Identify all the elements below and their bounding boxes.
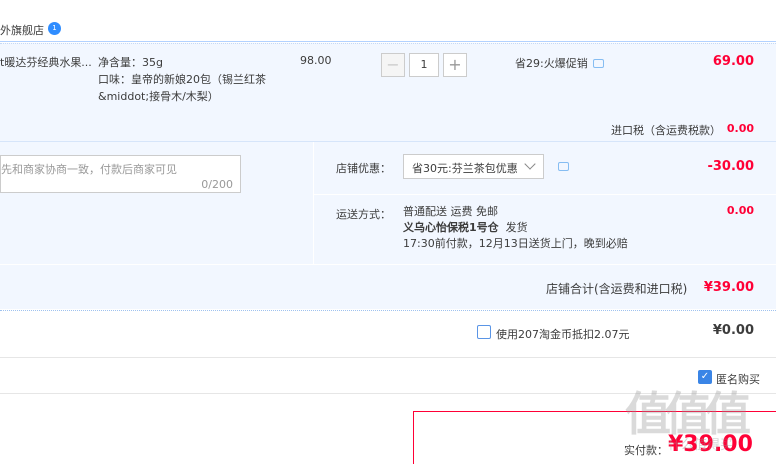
shop-coupon-value: -30.00	[707, 159, 754, 174]
shop-header: 外旗舰店 1	[0, 18, 776, 42]
shop-total-label: 店铺合计(含运费和进口税)	[546, 282, 688, 296]
shipping-warehouse-row: 义乌心怡保税1号仓 发货	[403, 220, 628, 236]
item-unit-price: 98.00	[300, 54, 332, 67]
payment-label: 实付款：	[624, 444, 668, 457]
shop-coupon-label: 店铺优惠：	[336, 162, 391, 175]
shop-coupon-select[interactable]: 省30元:芬兰茶包优惠	[403, 154, 544, 179]
shop-coupon-selected: 省30元:芬兰茶包优惠	[412, 162, 518, 175]
shipping-warehouse: 义乌心怡保税1号仓	[403, 221, 499, 234]
message-icon[interactable]	[558, 162, 569, 171]
taobao-coin-checkbox[interactable]	[477, 325, 491, 339]
buyer-message-input[interactable]: 先和商家协商一致，付款后商家可见 0/200	[0, 155, 241, 193]
quantity-decrease-button[interactable]: −	[381, 53, 405, 77]
taobao-coin-row: 使用207淘金币抵扣2.07元 ¥0.00	[0, 310, 776, 358]
item-spec: 净含量：35g 口味：皇帝的新娘20包（锡兰红茶&middot;接骨木/木梨）	[98, 54, 268, 105]
item-total-price: 69.00	[712, 54, 754, 69]
order-details: 先和商家协商一致，付款后商家可见 0/200 店铺优惠： 省30元:芬兰茶包优惠…	[0, 141, 776, 311]
taobao-coin-value: ¥0.00	[712, 323, 754, 338]
item-spec-weight: 净含量：35g	[98, 56, 163, 69]
import-tax-label: 进口税（含运费税款）	[611, 124, 721, 137]
shop-total-value: ¥39.00	[703, 280, 754, 295]
message-icon[interactable]	[593, 59, 604, 68]
buyer-message-placeholder: 先和商家协商一致，付款后商家可见	[1, 163, 177, 176]
shipping-method: 普通配送 运费 免邮	[403, 205, 498, 218]
import-tax-value: 0.00	[726, 122, 754, 135]
shop-total-row: 店铺合计(含运费和进口税) ¥39.00	[0, 264, 776, 310]
shipping-delivery-time: 17:30前付款，12月13日送货上门，晚到必赔	[403, 237, 628, 250]
divider	[313, 142, 314, 264]
quantity-increase-button[interactable]: +	[443, 53, 467, 77]
item-spec-flavor: 口味：皇帝的新娘20包（锡兰红茶&middot;接骨木/木梨）	[98, 73, 266, 103]
chevron-down-icon	[524, 158, 536, 170]
item-promo: 省29:火爆促销	[515, 57, 588, 70]
item-title-link[interactable]: t暖达芬经典水果...	[0, 54, 92, 70]
shipping-label: 运送方式：	[336, 208, 391, 221]
shipping-dispatch: 发货	[505, 221, 528, 234]
taobao-coin-label[interactable]: 使用207淘金币抵扣2.07元	[496, 326, 630, 342]
shop-badge-icon[interactable]: 1	[48, 22, 61, 35]
buyer-message-count: 0/200	[201, 178, 233, 191]
shop-name-link[interactable]: 外旗舰店	[0, 22, 44, 38]
shipping-details: 普通配送 运费 免邮 义乌心怡保税1号仓 发货 17:30前付款，12月13日送…	[403, 204, 628, 252]
quantity-input[interactable]: 1	[409, 53, 439, 77]
shipping-fee: 0.00	[726, 204, 754, 217]
watermark-text: 什么值得买	[668, 438, 734, 453]
divider	[313, 194, 776, 195]
cart-item: t暖达芬经典水果... 净含量：35g 口味：皇帝的新娘20包（锡兰红茶&mid…	[0, 43, 776, 141]
